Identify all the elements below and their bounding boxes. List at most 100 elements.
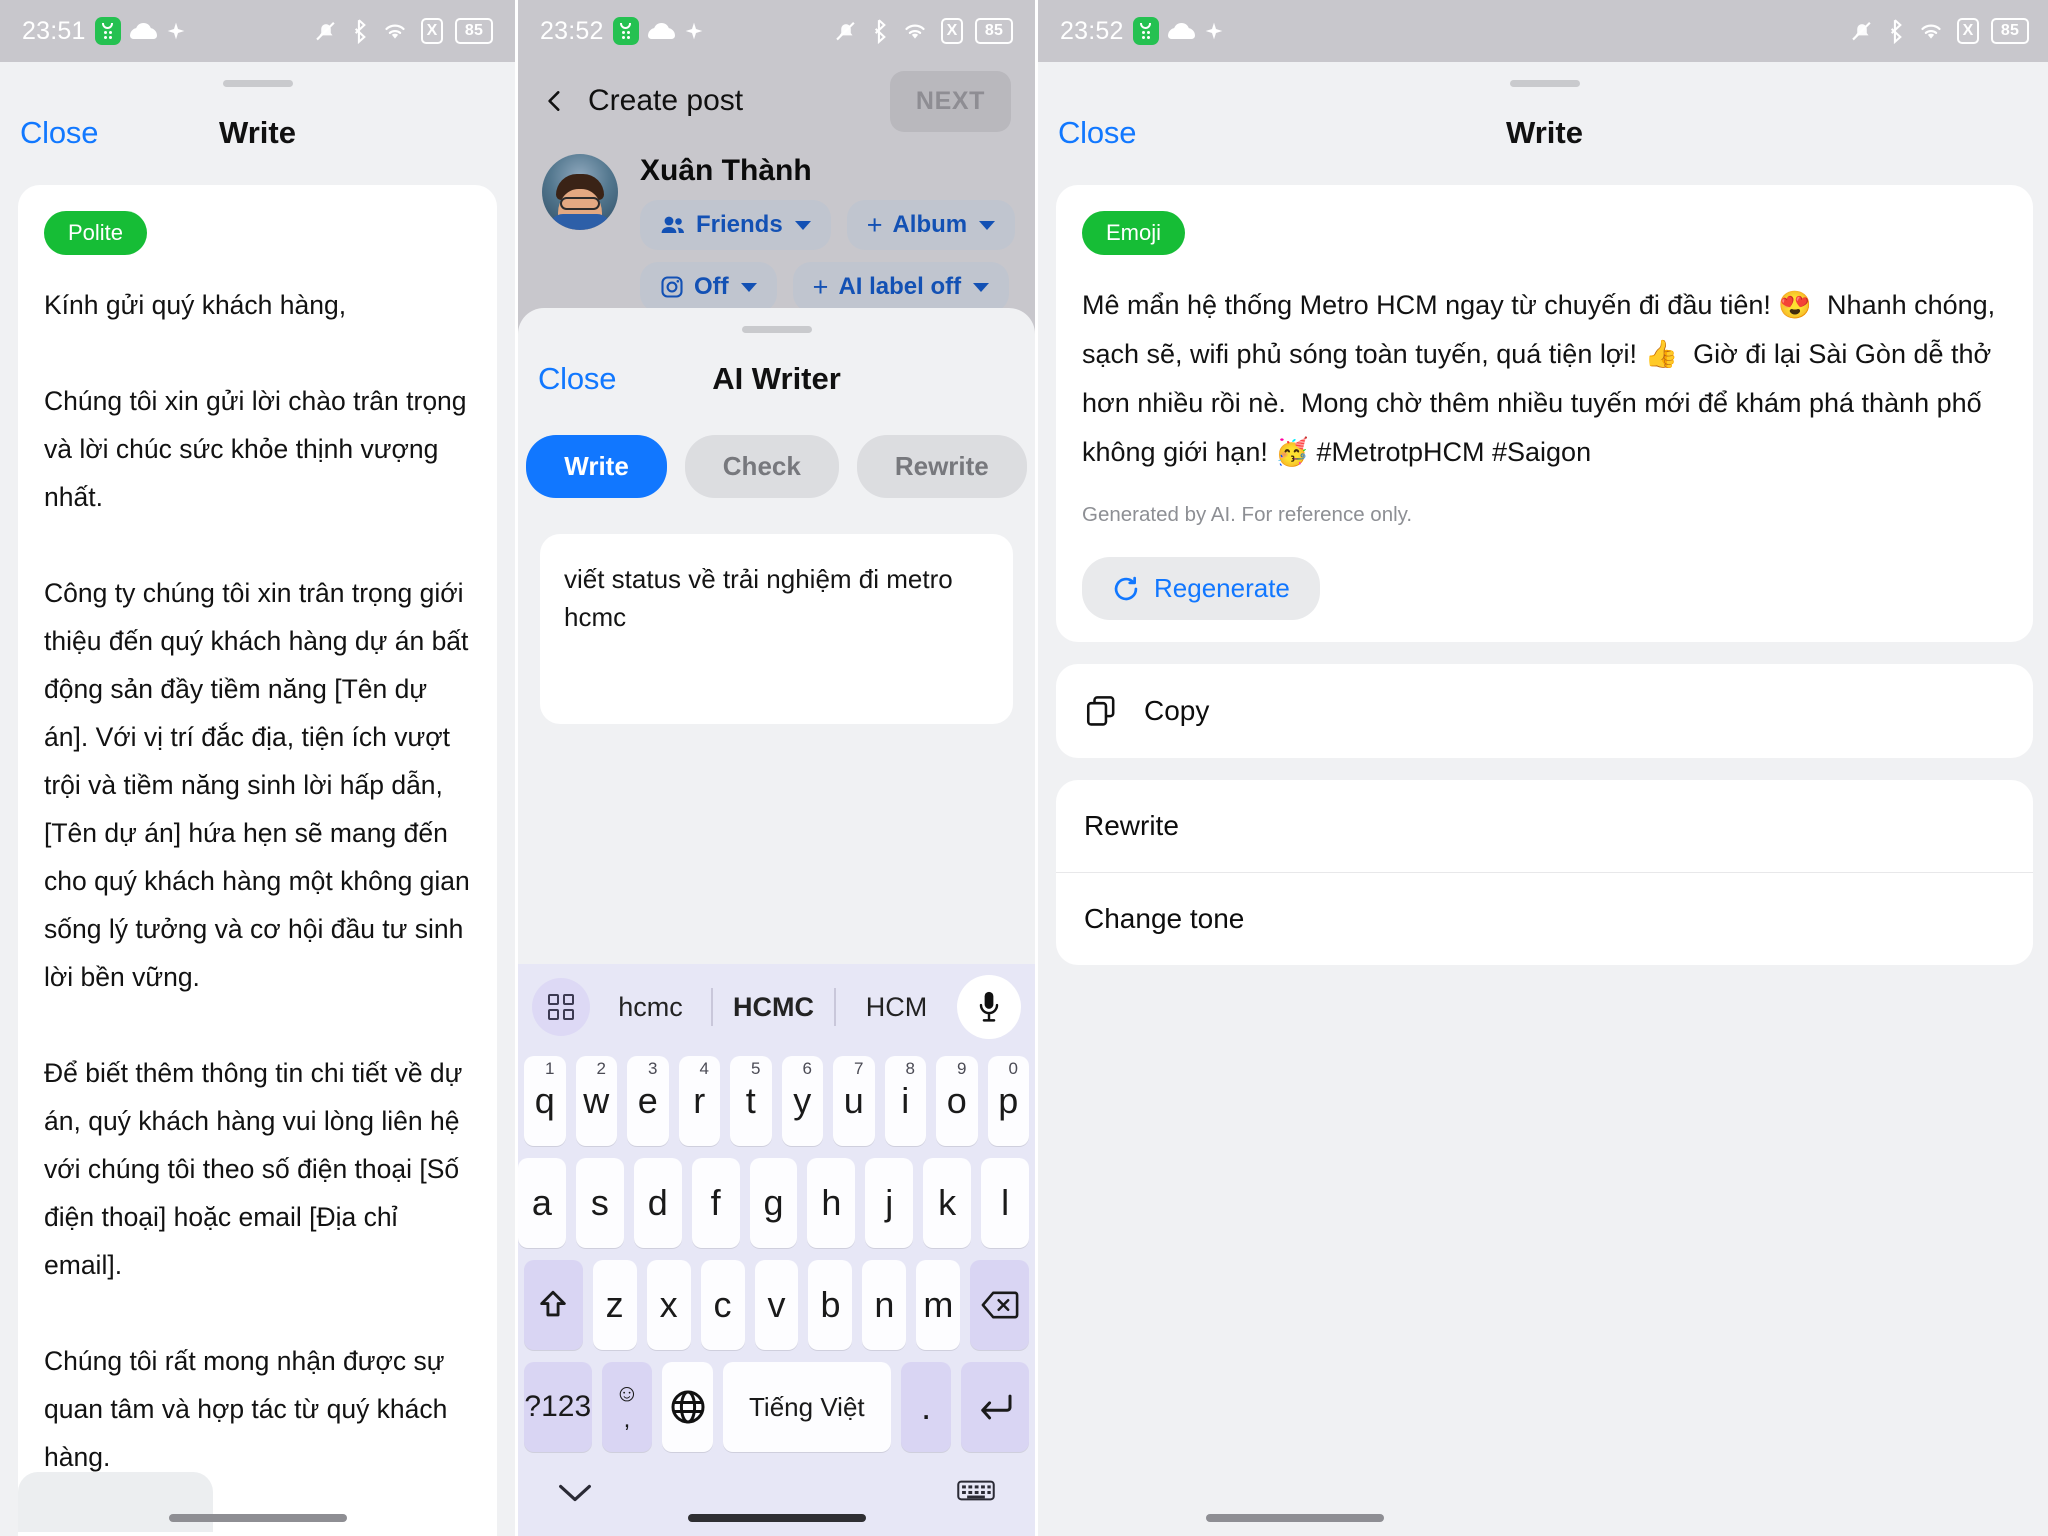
key-t[interactable]: 5t bbox=[730, 1056, 772, 1146]
close-button[interactable]: Close bbox=[20, 115, 98, 151]
post-author-row: Xuân Thành Friends + Album Off + AI labe… bbox=[518, 140, 1035, 324]
action-copy[interactable]: Copy bbox=[1056, 664, 2033, 758]
next-button[interactable]: NEXT bbox=[889, 70, 1011, 132]
tone-badge[interactable]: Polite bbox=[44, 211, 148, 255]
keyboard-row-2: a s d f g h j k l bbox=[518, 1152, 1035, 1254]
home-indicator bbox=[687, 1514, 866, 1522]
close-button[interactable]: Close bbox=[538, 361, 616, 397]
chip-ai-label[interactable]: + AI label off bbox=[792, 262, 1010, 312]
battery-icon: 85 bbox=[455, 18, 493, 44]
prompt-input[interactable]: viết status về trải nghiệm đi metro hcmc bbox=[540, 534, 1013, 724]
key-c[interactable]: c bbox=[700, 1260, 745, 1350]
home-indicator bbox=[1206, 1514, 1384, 1522]
key-w[interactable]: 2w bbox=[575, 1056, 617, 1146]
action-label: Rewrite bbox=[1084, 810, 1179, 841]
key-d[interactable]: d bbox=[633, 1158, 682, 1248]
shift-icon[interactable] bbox=[523, 1260, 583, 1350]
key-o[interactable]: 9o bbox=[936, 1056, 978, 1146]
symbols-key[interactable]: ?123 bbox=[523, 1362, 592, 1452]
key-k[interactable]: k bbox=[923, 1158, 972, 1248]
tone-badge[interactable]: Emoji bbox=[1082, 211, 1186, 255]
copy-action-card: Copy bbox=[1056, 664, 2033, 758]
key-m[interactable]: m bbox=[916, 1260, 961, 1350]
key-z[interactable]: z bbox=[592, 1260, 637, 1350]
cloud-icon bbox=[647, 23, 675, 39]
action-change-tone[interactable]: Change tone bbox=[1056, 872, 2033, 965]
backspace-icon[interactable] bbox=[970, 1260, 1030, 1350]
keyboard-row-4: ?123 ☺ , Tiếng Việt . bbox=[518, 1356, 1035, 1458]
key-r[interactable]: 4r bbox=[678, 1056, 720, 1146]
status-time: 23:51 bbox=[22, 16, 86, 45]
virtual-keyboard: hcmc HCMC HCM 1q 2w 3e 4r 5t 6y 7u 8 i 9… bbox=[518, 964, 1035, 1536]
key-u[interactable]: 7u bbox=[833, 1056, 875, 1146]
chip-album[interactable]: + Album bbox=[846, 200, 1016, 250]
period-key[interactable]: . bbox=[900, 1362, 952, 1452]
plus-icon: + bbox=[812, 271, 829, 302]
key-n[interactable]: n bbox=[862, 1260, 907, 1350]
status-bar: 23:51 X 85 bbox=[0, 0, 515, 62]
suggestion-0[interactable]: hcmc bbox=[590, 992, 711, 1023]
key-h[interactable]: h bbox=[807, 1158, 856, 1248]
key-b[interactable]: b bbox=[808, 1260, 853, 1350]
action-rewrite[interactable]: Rewrite bbox=[1056, 780, 2033, 872]
sheet-grabber[interactable] bbox=[741, 326, 812, 333]
keyboard-hide-icon[interactable] bbox=[957, 1480, 995, 1511]
author-name: Xuân Thành bbox=[640, 154, 812, 187]
sparkle-icon bbox=[167, 22, 184, 40]
key-f[interactable]: f bbox=[691, 1158, 740, 1248]
key-y[interactable]: 6y bbox=[781, 1056, 823, 1146]
key-x[interactable]: x bbox=[646, 1260, 691, 1350]
sheet-grabber[interactable] bbox=[1509, 80, 1580, 87]
key-p[interactable]: 0p bbox=[987, 1056, 1029, 1146]
sim-x-icon: X bbox=[1957, 18, 1979, 44]
sim-x-icon: X bbox=[941, 18, 963, 44]
panel-write-emoji: 23:52 X 85 Close Write Emoji Mê mẩn hệ t… bbox=[1038, 0, 2048, 1536]
chip-label: AI label off bbox=[838, 273, 962, 300]
wifi-icon bbox=[385, 24, 405, 39]
key-e[interactable]: 3e bbox=[627, 1056, 669, 1146]
back-chevron-icon[interactable] bbox=[542, 88, 568, 114]
sim-x-icon: X bbox=[421, 18, 443, 44]
tab-check[interactable]: Check bbox=[684, 435, 839, 498]
chip-instagram-share[interactable]: Off bbox=[640, 262, 777, 312]
status-bar: 23:52 X 85 bbox=[518, 0, 1035, 62]
bell-muted-icon bbox=[836, 21, 855, 41]
action-label: Change tone bbox=[1084, 903, 1245, 934]
keyboard-row-1: 1q 2w 3e 4r 5t 6y 7u 8i 9o 0p bbox=[518, 1050, 1035, 1152]
key-a[interactable]: a bbox=[518, 1158, 566, 1248]
key-v[interactable]: v bbox=[754, 1260, 799, 1350]
space-key[interactable]: Tiếng Việt bbox=[722, 1362, 891, 1452]
key-i[interactable]: 8i bbox=[884, 1056, 926, 1146]
create-post-header: Create post NEXT bbox=[518, 62, 1035, 140]
wifi-icon bbox=[905, 24, 925, 39]
grid-menu-icon[interactable] bbox=[532, 978, 590, 1036]
wifi-icon bbox=[1921, 24, 1941, 39]
bluetooth-icon bbox=[354, 19, 366, 44]
sheet-grabber[interactable] bbox=[222, 80, 293, 87]
microphone-icon[interactable] bbox=[957, 975, 1021, 1039]
globe-icon[interactable] bbox=[662, 1362, 713, 1452]
comma-label: , bbox=[623, 1406, 631, 1433]
enter-icon[interactable] bbox=[961, 1362, 1030, 1452]
key-j[interactable]: j bbox=[865, 1158, 914, 1248]
regenerate-button[interactable]: Regenerate bbox=[1082, 557, 1320, 620]
key-l[interactable]: l bbox=[981, 1158, 1030, 1248]
avatar[interactable] bbox=[542, 154, 618, 230]
key-q[interactable]: 1q bbox=[524, 1056, 566, 1146]
keyboard-row-3: z x c v b n m bbox=[518, 1254, 1035, 1356]
emoji-comma-key[interactable]: ☺ , bbox=[601, 1362, 653, 1452]
close-button[interactable]: Close bbox=[1058, 115, 1136, 151]
chevron-down-icon[interactable] bbox=[558, 1482, 592, 1509]
status-bar: 23:52 X 85 bbox=[1038, 0, 2048, 62]
chip-audience-friends[interactable]: Friends bbox=[640, 200, 831, 250]
write-sheet: Close Write Polite Kính gửi quý khách hà… bbox=[0, 80, 515, 1536]
key-g[interactable]: g bbox=[749, 1158, 798, 1248]
tab-write[interactable]: Write bbox=[526, 435, 667, 498]
tab-rewrite[interactable]: Rewrite bbox=[856, 435, 1027, 498]
key-s[interactable]: s bbox=[575, 1158, 624, 1248]
suggestion-2[interactable]: HCM bbox=[836, 992, 957, 1023]
bluetooth-icon bbox=[1890, 19, 1902, 44]
suggestion-1[interactable]: HCMC bbox=[713, 992, 834, 1023]
bottom-action-pill[interactable] bbox=[18, 1472, 213, 1532]
chevron-down-icon bbox=[740, 282, 757, 292]
